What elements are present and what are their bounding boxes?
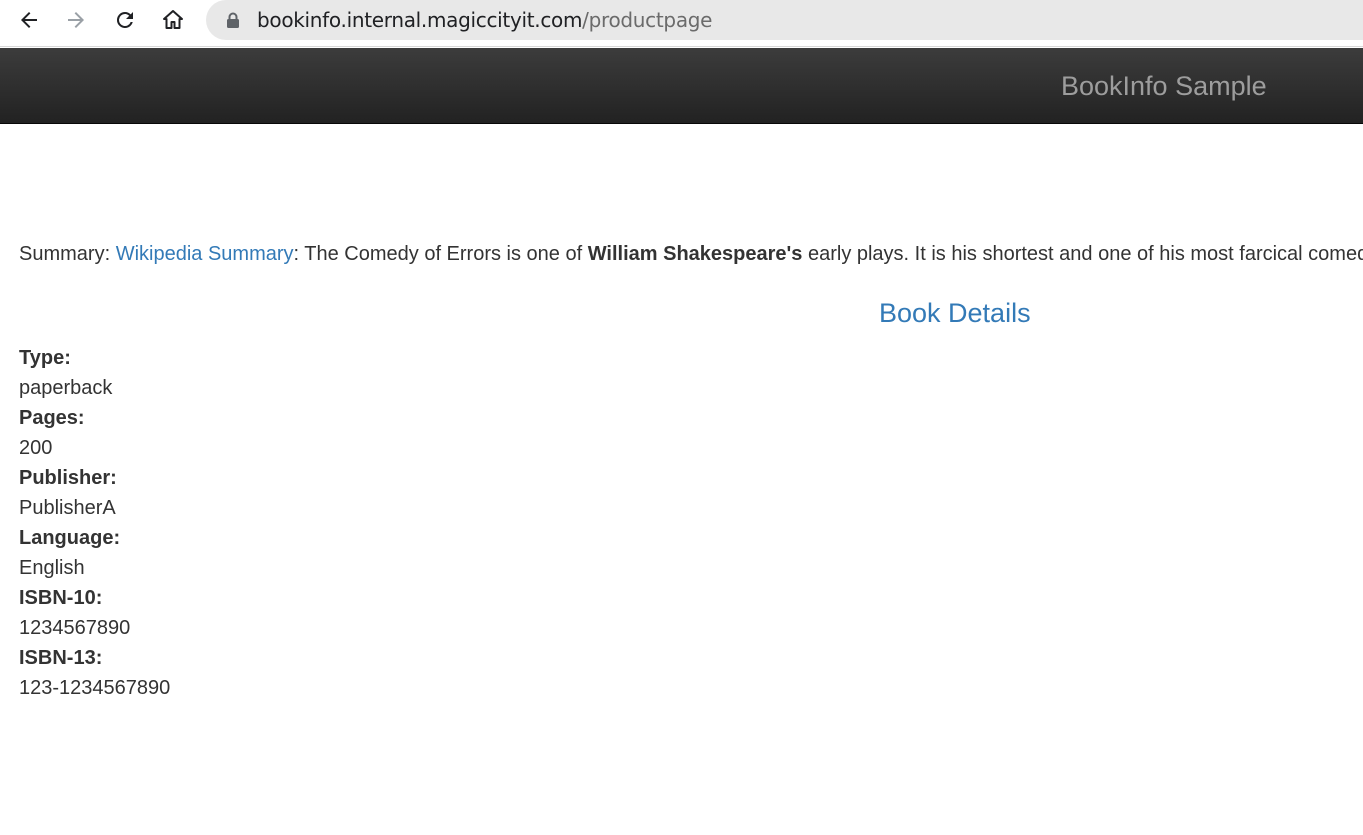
publisher-value: PublisherA <box>19 497 116 519</box>
back-arrow-icon <box>21 12 37 28</box>
wikipedia-summary-link[interactable]: Wikipedia Summary <box>116 243 294 265</box>
language-value: English <box>19 557 85 579</box>
forward-arrow-icon <box>68 12 84 28</box>
address-bar[interactable]: bookinfo.internal.magiccityit.com/produc… <box>206 0 1363 40</box>
book-details-list: Type: paperback Pages: 200 Publisher: Pu… <box>19 343 170 703</box>
language-label: Language: <box>19 527 121 549</box>
book-details-title: Book Details <box>879 298 1031 328</box>
pages-label: Pages: <box>19 407 85 429</box>
brand-link[interactable]: BookInfo Sample <box>1061 70 1267 102</box>
summary-text: : The Comedy of Errors is one of <box>293 243 588 265</box>
isbn13-value: 123-1234567890 <box>19 677 171 699</box>
app-navbar: BookInfo Sample <box>0 48 1363 124</box>
publisher-label: Publisher: <box>19 467 117 489</box>
forward-button[interactable] <box>61 5 91 35</box>
browser-toolbar: bookinfo.internal.magiccityit.com/produc… <box>0 0 1363 47</box>
back-button[interactable] <box>14 5 44 35</box>
isbn10-label: ISBN-10: <box>19 587 103 609</box>
url-text: bookinfo.internal.magiccityit.com/produc… <box>257 8 712 32</box>
home-icon <box>163 10 183 29</box>
isbn13-label: ISBN-13: <box>19 647 103 669</box>
summary-label: Summary: <box>19 243 116 265</box>
summary-rest: early plays. It is his shortest and one … <box>807 243 1363 265</box>
isbn10-value: 1234567890 <box>19 617 131 639</box>
reload-icon <box>116 11 133 28</box>
pages-value: 200 <box>19 437 53 459</box>
type-label: Type: <box>19 347 71 369</box>
home-button[interactable] <box>158 5 188 35</box>
url-host: bookinfo.internal.magiccityit.com <box>257 8 583 32</box>
lock-icon <box>226 12 240 33</box>
summary-author: William Shakespeare's <box>587 243 803 265</box>
type-value: paperback <box>19 377 113 399</box>
url-path: /productpage <box>582 8 713 32</box>
reload-button[interactable] <box>110 5 140 35</box>
book-summary: Summary: Wikipedia Summary: The Comedy o… <box>19 241 1363 267</box>
